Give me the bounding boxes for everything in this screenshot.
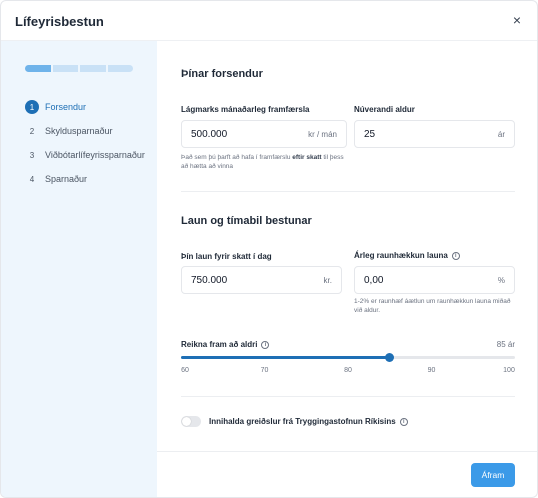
progress-segment-2 — [52, 65, 78, 72]
current-age-value: 25 — [364, 128, 376, 140]
modal-title: Lífeyrisbestun — [15, 14, 104, 29]
info-icon[interactable]: i — [451, 251, 460, 260]
step-label: Forsendur — [45, 102, 87, 112]
toggle-knob — [182, 417, 191, 426]
section-divider — [181, 396, 515, 397]
min-expenses-label: Lágmarks mánaðarleg framfærsla — [181, 105, 310, 114]
progress-segment-3 — [80, 65, 106, 72]
slider-tick-label: 70 — [260, 367, 269, 374]
modal-header: Lífeyrisbestun × — [1, 1, 537, 41]
current-age-unit: ár — [497, 129, 505, 139]
pretax-salary-unit: kr. — [323, 275, 332, 285]
project-age-label-row: Reikna fram að aldri i — [181, 340, 270, 349]
info-icon[interactable]: i — [261, 340, 270, 349]
step-number: 1 — [25, 100, 39, 114]
tr-toggle[interactable] — [181, 416, 201, 427]
progress-bar — [25, 65, 133, 72]
section-title-salary: Laun og tímabil bestunar — [181, 215, 312, 227]
step-skyldusparnadur[interactable]: 2 Skyldusparnaður — [25, 119, 145, 143]
tr-toggle-label: Innihalda greiðslur frá Tryggingastofnun… — [209, 417, 396, 426]
project-age-slider[interactable] — [181, 353, 515, 362]
info-icon[interactable]: i — [399, 417, 408, 426]
step-number: 4 — [29, 174, 35, 184]
tr-toggle-label-row: Innihalda greiðslur frá Tryggingastofnun… — [209, 417, 408, 426]
progress-segment-4 — [107, 65, 133, 72]
slider-fill — [181, 356, 390, 359]
project-age-label: Reikna fram að aldri — [181, 340, 258, 349]
close-icon[interactable]: × — [513, 13, 521, 27]
min-expenses-unit: kr / mán — [308, 129, 337, 139]
salary-raise-unit: % — [497, 275, 505, 285]
step-list: 1 Forsendur 2 Skyldusparnaður 3 Viðbótar… — [25, 95, 145, 191]
step-vidbotarlifeyrissparnadur[interactable]: 3 Viðbótarlífeyrissparnaður — [25, 143, 145, 167]
modal: Lífeyrisbestun × 1 Forsendur 2 Skylduspa… — [0, 0, 538, 498]
current-age-field[interactable]: 25 ár — [354, 120, 515, 148]
main-content: Þínar forsendur Lágmarks mánaðarleg fram… — [157, 41, 537, 497]
slider-thumb[interactable] — [385, 353, 395, 362]
salary-raise-hint: 1-2% er raunhæf áætlun um raunhækkun lau… — [354, 298, 511, 315]
step-label: Skyldusparnaður — [45, 126, 113, 136]
project-age-value: 85 ár — [496, 340, 515, 349]
step-forsendur[interactable]: 1 Forsendur — [25, 95, 145, 119]
next-button[interactable]: Áfram — [471, 463, 515, 487]
progress-segment-1 — [25, 65, 51, 72]
slider-ticks: 60 70 80 90 100 — [181, 367, 515, 379]
slider-tick-label: 90 — [427, 367, 436, 374]
pretax-salary-label: Þín laun fyrir skatt í dag — [181, 252, 272, 261]
salary-raise-label: Árleg raunhækkun launa — [354, 251, 448, 260]
salary-raise-value: 0,00 — [364, 274, 384, 286]
current-age-label: Núverandi aldur — [354, 105, 415, 114]
slider-tick-label: 60 — [181, 367, 189, 374]
min-expenses-hint: Það sem þú þarft að hafa í framfærslu ef… — [181, 154, 344, 171]
section-divider — [181, 191, 515, 192]
step-sparnadur[interactable]: 4 Sparnaður — [25, 167, 145, 191]
slider-tick-label: 100 — [503, 367, 515, 374]
modal-footer: Áfram — [157, 451, 537, 497]
pretax-salary-value: 750.000 — [191, 274, 228, 286]
step-label: Viðbótarlífeyrissparnaður — [45, 150, 145, 160]
sidebar: 1 Forsendur 2 Skyldusparnaður 3 Viðbótar… — [1, 41, 157, 497]
min-expenses-field[interactable]: 500.000 kr / mán — [181, 120, 347, 148]
pretax-salary-field[interactable]: 750.000 kr. — [181, 266, 342, 294]
section-title-assumptions: Þínar forsendur — [181, 68, 263, 80]
salary-raise-field[interactable]: 0,00 % — [354, 266, 515, 294]
salary-raise-label-row: Árleg raunhækkun launa i — [354, 251, 460, 260]
step-number: 3 — [29, 150, 35, 160]
step-number: 2 — [29, 126, 35, 136]
slider-tick-label: 80 — [344, 367, 352, 374]
min-expenses-value: 500.000 — [191, 128, 228, 140]
step-label: Sparnaður — [45, 174, 88, 184]
